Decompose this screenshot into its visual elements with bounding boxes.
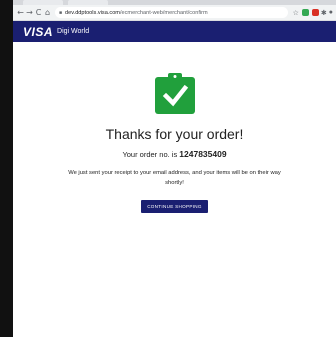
tab-strip (13, 0, 336, 5)
order-number: 1247835409 (179, 149, 227, 159)
forward-icon[interactable]: → (25, 5, 34, 21)
back-icon[interactable]: ← (16, 5, 25, 21)
visa-logo[interactable]: VISA (23, 25, 53, 39)
extension-icon[interactable] (311, 9, 319, 16)
lock-icon: ■ (59, 9, 63, 16)
home-icon[interactable]: ⌂ (43, 5, 52, 21)
url-text: dev.ddptools.visa.com/ecmerchant-web/mer… (65, 10, 208, 16)
confirmation-panel: Thanks for your order! Your order no. is… (13, 73, 336, 213)
puzzle-icon[interactable]: ✱ (321, 9, 327, 17)
browser-tab[interactable] (23, 0, 63, 5)
reload-icon[interactable]: C (34, 5, 43, 21)
site-header: VISA Digi World (13, 21, 336, 42)
continue-shopping-button[interactable]: CONTINUE SHOPPING (141, 200, 208, 213)
url-path: /ecmerchant-web/merchant/confirm (119, 9, 208, 16)
confirmation-title: Thanks for your order! (105, 126, 244, 142)
browser-window: ← → C ⌂ ■ dev.ddptools.visa.com/ecmercha… (13, 0, 336, 337)
browser-tab[interactable] (68, 0, 108, 5)
order-label: Your order no. is (122, 150, 180, 159)
extension-icon[interactable] (301, 9, 309, 16)
clipboard-check-icon (154, 73, 195, 114)
url-host: dev.ddptools.visa.com (65, 9, 120, 16)
site-title: Digi World (57, 28, 90, 35)
confirmation-message: We just sent your receipt to your email … (68, 170, 281, 186)
bookmark-star-icon[interactable]: ☆ (293, 9, 299, 17)
order-number-line: Your order no. is 1247835409 (13, 149, 336, 159)
profile-icon[interactable]: ● (329, 9, 333, 16)
address-bar[interactable]: ■ dev.ddptools.visa.com/ecmerchant-web/m… (55, 7, 288, 18)
browser-toolbar: ← → C ⌂ ■ dev.ddptools.visa.com/ecmercha… (13, 5, 336, 21)
